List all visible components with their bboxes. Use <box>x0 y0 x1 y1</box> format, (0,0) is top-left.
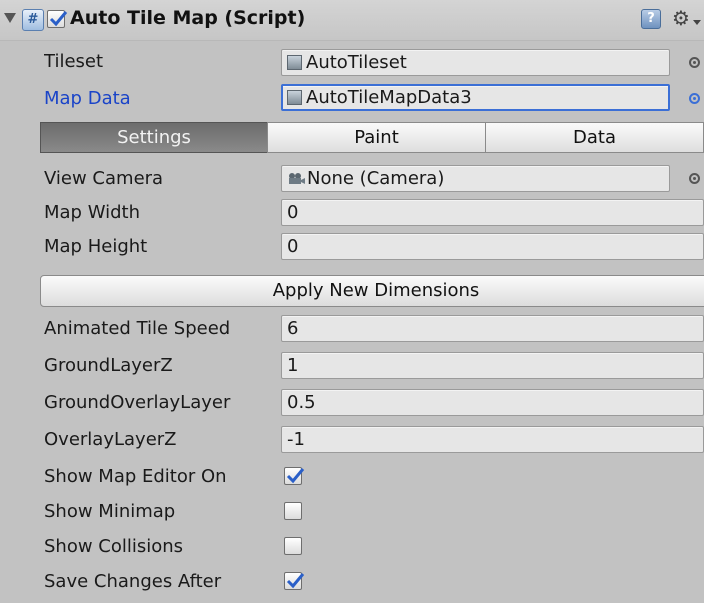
overlay-layer-z-label: OverlayLayerZ <box>44 429 177 450</box>
ground-layer-z-label: GroundLayerZ <box>44 355 173 376</box>
view-camera-field[interactable]: None (Camera) <box>281 165 670 192</box>
tileset-label: Tileset <box>44 51 104 72</box>
component-enabled-checkbox[interactable] <box>47 10 68 28</box>
ground-overlay-layer-label: GroundOverlayLayer <box>44 392 231 413</box>
tileset-picker-icon[interactable] <box>689 57 700 68</box>
tileset-asset-icon <box>287 55 302 70</box>
map-data-label: Map Data <box>44 88 131 109</box>
checkmark-icon <box>286 468 305 484</box>
show-map-editor-label: Show Map Editor On <box>44 466 227 487</box>
show-collisions-checkbox[interactable] <box>284 537 302 555</box>
gear-icon[interactable]: ⚙ <box>672 6 690 30</box>
map-height-field[interactable]: 0 <box>281 233 704 260</box>
component-title: Auto Tile Map (Script) <box>70 7 306 29</box>
tileset-value: AutoTileset <box>306 52 407 73</box>
map-height-label: Map Height <box>44 236 148 257</box>
map-width-field[interactable]: 0 <box>281 199 704 226</box>
view-camera-value: None (Camera) <box>307 168 445 189</box>
save-changes-after-label: Save Changes After <box>44 571 222 592</box>
map-data-picker-icon[interactable] <box>689 93 700 104</box>
map-data-value: AutoTileMapData3 <box>306 87 472 108</box>
map-data-field[interactable]: AutoTileMapData3 <box>281 84 670 111</box>
foldout-arrow-icon[interactable] <box>4 13 16 23</box>
ground-layer-z-field[interactable]: 1 <box>281 352 704 379</box>
component-header: Auto Tile Map (Script) ? ⚙ <box>0 0 704 41</box>
animated-tile-speed-field[interactable]: 6 <box>281 315 704 342</box>
script-icon <box>22 9 44 31</box>
checkmark-icon <box>286 573 305 589</box>
view-camera-label: View Camera <box>44 168 164 189</box>
gear-dropdown-icon[interactable] <box>693 20 701 25</box>
checkmark-icon <box>49 11 68 27</box>
tab-settings[interactable]: Settings <box>40 122 268 153</box>
show-collisions-label: Show Collisions <box>44 536 184 557</box>
view-camera-picker-icon[interactable] <box>689 173 700 184</box>
help-icon[interactable]: ? <box>641 9 661 29</box>
tileset-field[interactable]: AutoTileset <box>281 49 670 76</box>
overlay-layer-z-field[interactable]: -1 <box>281 426 704 453</box>
apply-new-dimensions-button[interactable]: Apply New Dimensions <box>40 275 704 307</box>
camera-icon <box>287 167 305 184</box>
show-map-editor-checkbox[interactable] <box>284 467 305 485</box>
save-changes-after-checkbox[interactable] <box>284 572 305 590</box>
map-data-asset-icon <box>287 90 302 105</box>
tab-data[interactable]: Data <box>485 122 704 153</box>
show-minimap-label: Show Minimap <box>44 501 176 522</box>
animated-tile-speed-label: Animated Tile Speed <box>44 318 231 339</box>
show-minimap-checkbox[interactable] <box>284 502 302 520</box>
map-width-label: Map Width <box>44 202 141 223</box>
ground-overlay-layer-field[interactable]: 0.5 <box>281 389 704 416</box>
tab-paint[interactable]: Paint <box>267 122 486 153</box>
